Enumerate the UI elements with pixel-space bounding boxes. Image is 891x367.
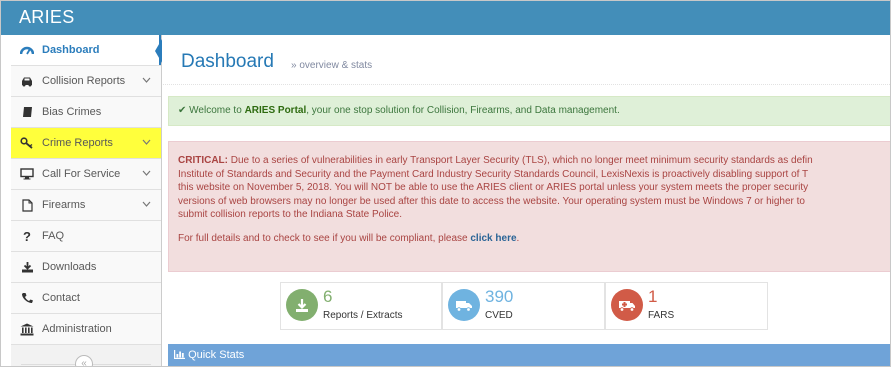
sidebar-item-call-for-service[interactable]: Call For Service bbox=[11, 159, 161, 190]
dashboard-icon bbox=[20, 43, 34, 57]
chevron-down-icon bbox=[142, 168, 151, 178]
sidebar-item-dashboard[interactable]: Dashboard bbox=[11, 35, 162, 66]
book-icon bbox=[20, 105, 34, 119]
key-icon bbox=[20, 136, 34, 150]
welcome-text: , your one stop solution for Collision, … bbox=[306, 105, 620, 116]
critical-message: CRITICAL: Due to a series of vulnerabili… bbox=[178, 154, 888, 222]
critical-line: submit collision reports to the Indiana … bbox=[178, 209, 403, 220]
sidebar-item-label: Administration bbox=[42, 323, 112, 335]
page-title: Dashboard bbox=[181, 51, 274, 72]
question-icon: ? bbox=[23, 228, 31, 244]
infobox-container: 6 Reports / Extracts 390 CVED 1 FARS bbox=[280, 282, 768, 330]
ambulance-icon bbox=[611, 289, 643, 321]
infobox-reports-extracts[interactable]: 6 Reports / Extracts bbox=[280, 282, 442, 330]
sidebar-item-label: Crime Reports bbox=[42, 137, 113, 149]
bank-icon bbox=[20, 322, 34, 336]
sidebar-item-administration[interactable]: Administration bbox=[11, 314, 161, 345]
sidebar-item-faq[interactable]: ? FAQ bbox=[11, 221, 161, 252]
top-navbar: ARIES bbox=[1, 1, 890, 35]
sidebar-item-downloads[interactable]: Downloads bbox=[11, 252, 161, 283]
critical-alert: CRITICAL: Due to a series of vulnerabili… bbox=[168, 141, 890, 272]
sidebar-item-label: Collision Reports bbox=[42, 75, 126, 87]
page-subtitle: » overview & stats bbox=[291, 60, 373, 71]
sidebar-item-crime-reports[interactable]: Crime Reports bbox=[11, 128, 161, 159]
welcome-brand: ARIES Portal bbox=[244, 105, 307, 116]
sidebar-item-label: FAQ bbox=[42, 230, 65, 242]
quick-stats-title: Quick Stats bbox=[188, 349, 245, 361]
critical-line: Due to a series of vulnerabilities in ea… bbox=[228, 155, 813, 166]
infobox-cved[interactable]: 390 CVED bbox=[442, 282, 605, 330]
infobox-label: CVED bbox=[485, 310, 513, 321]
infobox-label: FARS bbox=[648, 310, 675, 321]
car-icon bbox=[20, 74, 34, 88]
sidebar-item-label: Call For Service bbox=[42, 168, 121, 180]
details-suffix: . bbox=[516, 232, 520, 244]
critical-line: this website on November 5, 2018. You wi… bbox=[178, 182, 809, 193]
critical-line: versions of web browsers may no longer b… bbox=[178, 195, 805, 207]
sidebar-collapse-button[interactable]: « bbox=[75, 355, 93, 366]
sidebar-item-contact[interactable]: Contact bbox=[11, 283, 161, 314]
page-header: Dashboard » overview & stats bbox=[163, 35, 890, 85]
welcome-alert: ✔ Welcome to ARIES Portal, your one stop… bbox=[168, 96, 890, 126]
infobox-fars[interactable]: 1 FARS bbox=[605, 282, 768, 330]
sidebar-item-firearms[interactable]: Firearms bbox=[11, 190, 161, 221]
chevron-down-icon bbox=[142, 75, 151, 85]
truck-icon bbox=[448, 289, 480, 321]
sidebar: Dashboard Collision Reports Bias Crimes … bbox=[11, 35, 162, 366]
download-icon bbox=[20, 260, 34, 274]
infobox-label: Reports / Extracts bbox=[323, 310, 403, 321]
critical-line: Institute of Standards and Security and … bbox=[178, 168, 809, 180]
infobox-value: 390 bbox=[485, 287, 514, 306]
welcome-prefix: ✔ Welcome to bbox=[178, 105, 245, 116]
bar-chart-icon bbox=[174, 349, 188, 361]
active-pointer bbox=[155, 39, 162, 63]
desktop-icon bbox=[20, 167, 34, 181]
critical-label: CRITICAL: bbox=[178, 155, 228, 166]
sidebar-item-collision-reports[interactable]: Collision Reports bbox=[11, 66, 161, 97]
sidebar-item-label: Firearms bbox=[42, 199, 86, 211]
file-icon bbox=[20, 198, 34, 212]
chevron-down-icon bbox=[142, 137, 151, 147]
chevron-down-icon bbox=[142, 199, 151, 209]
main-content: Dashboard » overview & stats ✔ Welcome t… bbox=[163, 35, 890, 366]
sidebar-item-label: Bias Crimes bbox=[42, 106, 102, 118]
critical-details: For full details and to check to see if … bbox=[178, 232, 888, 246]
download-icon bbox=[286, 289, 318, 321]
infobox-value: 6 bbox=[323, 287, 333, 306]
infobox-value: 1 bbox=[648, 287, 658, 306]
brand-logo[interactable]: ARIES bbox=[19, 7, 75, 28]
phone-icon bbox=[20, 291, 34, 305]
click-here-link[interactable]: click here bbox=[470, 233, 516, 244]
sidebar-item-bias-crimes[interactable]: Bias Crimes bbox=[11, 97, 161, 128]
details-text: For full details and to check to see if … bbox=[178, 232, 471, 244]
app-window: ARIES Dashboard Collision Reports Bias C… bbox=[0, 0, 891, 367]
sidebar-item-label: Dashboard bbox=[42, 44, 100, 56]
sidebar-item-label: Downloads bbox=[42, 261, 97, 273]
sidebar-item-label: Contact bbox=[42, 292, 80, 304]
quick-stats-header[interactable]: Quick Stats bbox=[168, 344, 890, 366]
